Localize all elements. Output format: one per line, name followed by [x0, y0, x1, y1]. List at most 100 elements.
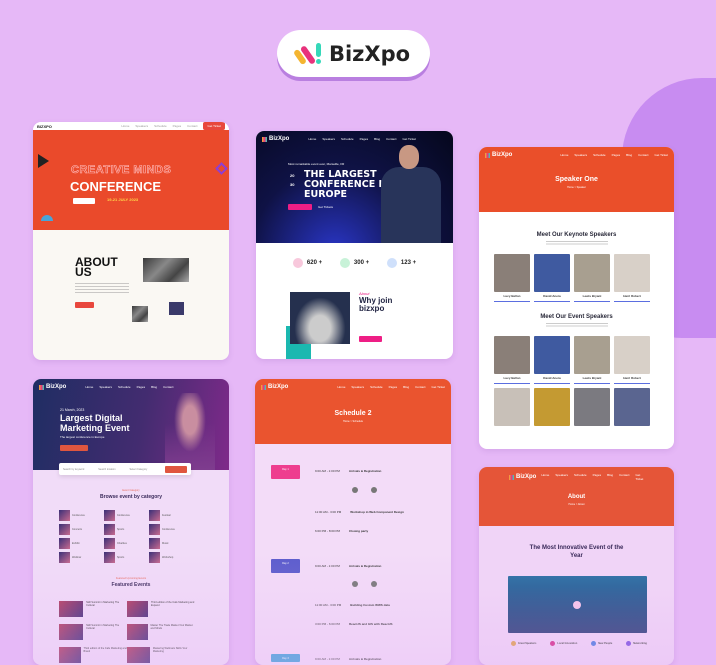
template-preview-about[interactable]: BizXpo Home Speakers Schedule Pages Blog… [479, 467, 674, 665]
nav-home[interactable]: Home [85, 385, 93, 389]
nav-contact[interactable]: Contact [619, 473, 629, 481]
nav-contact[interactable]: Contact [638, 153, 648, 157]
event-card[interactable]: Skill Summit in Marketing The Cultural [59, 624, 127, 640]
nav-speakers[interactable]: Speakers [351, 385, 364, 389]
speaker-card[interactable] [534, 388, 570, 426]
template-preview-digital-marketing[interactable]: BizXpo Home Speakers Schedule Pages Blog… [33, 379, 229, 665]
nav-pages[interactable]: Pages [360, 137, 369, 141]
session-row[interactable]: 9:00 AM - 1:00 PM Arrivals & Registration [315, 469, 435, 473]
nav-blog[interactable]: Blog [403, 385, 409, 389]
speaker-card[interactable] [574, 388, 610, 426]
nav-pages[interactable]: Pages [612, 153, 621, 157]
session-row[interactable]: 6:00 PM - 8:00 PM Closing party [315, 529, 435, 533]
nav-contact[interactable]: Contact [386, 137, 396, 141]
nav-schedule[interactable]: Schedule [341, 137, 354, 141]
nav-contact[interactable]: Contact [187, 124, 197, 128]
template-preview-largest-conference[interactable]: BizXpo Home Speakers Schedule Pages Blog… [256, 131, 453, 359]
category-item[interactable]: Exhibit [59, 538, 104, 549]
session-row[interactable]: 9:00 AM - 1:00 PM Arrivals & Registration [315, 564, 435, 568]
template-preview-speakers[interactable]: BizXpo Home Speakers Schedule Pages Blog… [479, 147, 674, 449]
category-item[interactable]: Conference [104, 510, 149, 521]
nav-pages[interactable]: Pages [173, 124, 182, 128]
day-tab[interactable]: Day 2 [271, 559, 300, 573]
category-item[interactable]: Concerts [59, 524, 104, 535]
search-button[interactable] [165, 465, 187, 473]
speaker-card[interactable]: Lucy Bellon [494, 336, 530, 384]
category-select[interactable]: Select Category [130, 468, 148, 471]
speaker-card[interactable] [494, 388, 530, 426]
template-preview-schedule[interactable]: BizXpo Home Speakers Schedule Pages Blog… [255, 379, 451, 665]
nav-home[interactable]: Home [560, 153, 568, 157]
session-row[interactable]: 11:00 AM - 3:00 PM Building Custom WWS da… [315, 603, 435, 607]
keyword-input[interactable]: Search by keyword [63, 468, 84, 471]
nav-speakers[interactable]: Speakers [135, 124, 148, 128]
speaker-card[interactable]: David Anera [534, 336, 570, 384]
breadcrumb[interactable]: Home > About [479, 503, 674, 506]
category-item[interactable]: Webinar [59, 552, 104, 563]
speaker-card[interactable]: Harri Robert [614, 254, 650, 302]
nav-schedule[interactable]: Schedule [574, 473, 587, 481]
nav-blog[interactable]: Blog [607, 473, 613, 481]
nav-home[interactable]: Home [541, 473, 549, 481]
day-tab[interactable]: Day 1 [271, 465, 300, 479]
learn-more-button[interactable] [73, 198, 95, 204]
nav-schedule[interactable]: Schedule [154, 124, 167, 128]
session-row[interactable]: 9:00 AM - 1:00 PM Arrivals & Registration [315, 657, 435, 661]
nav-home[interactable]: Home [121, 124, 129, 128]
nav-pages[interactable]: Pages [593, 473, 602, 481]
nav-contact[interactable]: Contact [163, 385, 173, 389]
about-button[interactable] [75, 302, 94, 308]
nav-home[interactable]: Home [308, 137, 316, 141]
nav-schedule[interactable]: Schedule [118, 385, 131, 389]
session-row[interactable]: 11:00 AM - 3:00 PM Workshop in Web Compon… [315, 510, 435, 514]
nav-speakers[interactable]: Speakers [322, 137, 335, 141]
event-card[interactable]: Skill Summit in Marketing The Cultural [59, 601, 127, 617]
template-preview-creative-minds[interactable]: BIZXPO Home Speakers Schedule Pages Cont… [33, 122, 229, 360]
nav-get-ticket[interactable]: Get Ticket [402, 137, 416, 141]
event-video[interactable] [508, 576, 647, 633]
category-item[interactable]: Music [149, 538, 194, 549]
nav-get-ticket[interactable]: Get Ticket [431, 385, 445, 389]
event-card[interactable]: Mastering Webinars Skills Your Marketing [127, 647, 195, 663]
nav-blog[interactable]: Blog [151, 385, 157, 389]
session-row[interactable]: 3:00 PM - 6:00 PM ReactJS and GIS with Re… [315, 622, 435, 626]
nav-blog[interactable]: Blog [374, 137, 380, 141]
breadcrumb[interactable]: Home > Speaker [479, 186, 674, 189]
category-item[interactable]: Workshop [149, 552, 194, 563]
category-item[interactable]: Conference [59, 510, 104, 521]
category-item[interactable]: Sports [104, 552, 149, 563]
speaker-card[interactable]: David Anera [534, 254, 570, 302]
nav-speakers[interactable]: Speakers [555, 473, 568, 481]
speaker-card[interactable]: Lucy Bellon [494, 254, 530, 302]
nav-blog[interactable]: Blog [626, 153, 632, 157]
nav-get-ticket[interactable]: Get Ticket [635, 473, 643, 481]
learn-more-button[interactable] [288, 204, 312, 210]
speaker-card[interactable]: Lewis Bryant [574, 336, 610, 384]
nav-speakers[interactable]: Speakers [99, 385, 112, 389]
book-ticket-button[interactable] [60, 445, 88, 451]
event-card[interactable]: Master The Trade Market Your Market and … [127, 624, 195, 640]
nav-get-ticket[interactable]: Get Ticket [654, 153, 668, 157]
nav-schedule[interactable]: Schedule [593, 153, 606, 157]
nav-pages[interactable]: Pages [137, 385, 146, 389]
category-item[interactable]: Conference [149, 524, 194, 535]
category-item[interactable]: Charities [104, 538, 149, 549]
breadcrumb[interactable]: Home > Schedule [255, 420, 451, 423]
nav-schedule[interactable]: Schedule [370, 385, 383, 389]
speaker-card[interactable]: Lewis Bryant [574, 254, 610, 302]
event-card[interactable]: Third edition of the Cafe Marketing and … [59, 647, 127, 663]
category-item[interactable]: Festival [149, 510, 194, 521]
nav-pages[interactable]: Pages [389, 385, 398, 389]
event-card[interactable]: Third edition of the Cafe Marketing and … [127, 601, 195, 617]
nav-speakers[interactable]: Speakers [574, 153, 587, 157]
get-tickets-button[interactable] [359, 336, 382, 342]
day-tab[interactable]: Day 3 [271, 654, 300, 662]
nav-contact[interactable]: Contact [415, 385, 425, 389]
play-icon[interactable] [573, 601, 581, 609]
category-item[interactable]: Sports [104, 524, 149, 535]
location-input[interactable]: Search location [98, 468, 115, 471]
get-ticket-button[interactable]: Get Ticket [203, 122, 225, 130]
nav-home[interactable]: Home [337, 385, 345, 389]
event-search-bar[interactable]: Search by keyword Search location Select… [59, 463, 191, 475]
speaker-card[interactable]: Harri Robert [614, 336, 650, 384]
